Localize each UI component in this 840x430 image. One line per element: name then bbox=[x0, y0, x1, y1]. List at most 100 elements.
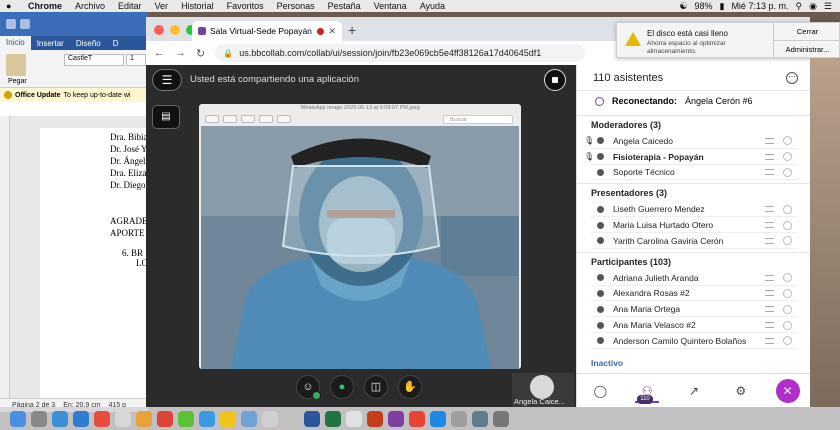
apple-icon[interactable]: ● bbox=[6, 1, 16, 11]
powerpoint-icon[interactable] bbox=[367, 410, 383, 427]
stickies-icon[interactable] bbox=[220, 410, 236, 427]
attendee-row[interactable]: 🎙 Angela Caicedo bbox=[577, 133, 810, 149]
attendee-row[interactable]: Alexandra Rosas #2 bbox=[577, 286, 810, 302]
tab-d[interactable]: D bbox=[107, 39, 125, 48]
attendee-options-icon[interactable] bbox=[765, 274, 774, 281]
forward-icon[interactable]: → bbox=[175, 47, 186, 59]
avatar-status-button[interactable]: ☺ bbox=[296, 375, 321, 400]
session-menu-button[interactable]: ☰ bbox=[152, 69, 182, 91]
tab-inicio[interactable]: Inicio bbox=[0, 36, 31, 50]
attendee-options-icon[interactable] bbox=[765, 206, 774, 213]
folder-icon[interactable] bbox=[451, 410, 467, 427]
battery-icon[interactable]: ▮ bbox=[719, 1, 724, 12]
calendar-icon[interactable] bbox=[94, 410, 110, 427]
attendee-options-icon[interactable] bbox=[765, 153, 774, 160]
share-content-button[interactable]: ▤ bbox=[152, 105, 180, 129]
attendee-options-icon[interactable] bbox=[765, 137, 774, 144]
attendee-more-icon[interactable] bbox=[783, 304, 792, 314]
attendee-more-icon[interactable] bbox=[783, 236, 792, 246]
photos-icon[interactable] bbox=[136, 410, 152, 427]
menu-archivo[interactable]: Archivo bbox=[75, 1, 105, 11]
notes-icon[interactable] bbox=[115, 410, 131, 427]
microphone-button[interactable]: ● bbox=[330, 375, 354, 399]
leave-session-button[interactable]: ✕ bbox=[775, 378, 800, 403]
launchpad-icon[interactable] bbox=[31, 410, 47, 427]
attendee-more-icon[interactable] bbox=[783, 152, 792, 162]
save-icon[interactable] bbox=[6, 19, 16, 29]
safari-icon[interactable] bbox=[52, 410, 68, 427]
close-notification-button[interactable]: Cerrar bbox=[773, 23, 840, 41]
attendee-options-icon[interactable] bbox=[765, 290, 774, 297]
attendee-more-icon[interactable] bbox=[783, 204, 792, 214]
attendee-options-icon[interactable] bbox=[765, 237, 774, 244]
lock-icon[interactable]: 🔒 bbox=[223, 49, 233, 58]
app-store-icon[interactable] bbox=[73, 410, 89, 427]
downloads-icon[interactable] bbox=[472, 410, 488, 427]
excel-icon[interactable] bbox=[325, 410, 341, 427]
collaborate-icon[interactable] bbox=[388, 410, 404, 427]
attendee-row[interactable]: Ana Maria Ortega bbox=[577, 301, 810, 317]
attendee-more-icon[interactable] bbox=[783, 136, 792, 146]
attendees-button[interactable]: ⚇ 110 bbox=[635, 379, 660, 404]
tab-diseno[interactable]: Diseño bbox=[70, 39, 107, 48]
trash-icon[interactable] bbox=[493, 410, 509, 427]
close-window-icon[interactable] bbox=[154, 25, 164, 35]
menu-ventana[interactable]: Ventana bbox=[374, 1, 407, 11]
siri-icon[interactable]: ◉ bbox=[809, 1, 817, 12]
browser-tab[interactable]: Sala Virtual-Sede Popayán ✕ bbox=[192, 21, 342, 41]
attendee-row[interactable]: Yarith Carolina Gaviria Cerón bbox=[577, 233, 810, 249]
attendee-options-icon[interactable] bbox=[765, 322, 774, 329]
stop-sharing-button[interactable] bbox=[544, 69, 566, 91]
finder-icon[interactable] bbox=[10, 410, 26, 427]
word-icon[interactable] bbox=[304, 410, 320, 427]
wifi-icon[interactable]: ☯ bbox=[679, 1, 687, 12]
menu-app-name[interactable]: Chrome bbox=[28, 1, 62, 11]
attendee-row[interactable]: 🎙 Fisioterapia - Popayán bbox=[577, 149, 810, 165]
attendee-row[interactable]: Ana Maria Velasco #2 bbox=[577, 317, 810, 333]
reload-icon[interactable]: ↻ bbox=[196, 47, 205, 60]
facetime-icon[interactable] bbox=[199, 410, 215, 427]
more-options-icon[interactable]: ⋯ bbox=[786, 71, 798, 84]
font-size-select[interactable]: 1 bbox=[126, 54, 146, 66]
back-icon[interactable]: ← bbox=[154, 47, 165, 59]
self-video-tile[interactable]: Angela Caice... bbox=[512, 373, 574, 407]
menu-ayuda[interactable]: Ayuda bbox=[420, 1, 445, 11]
attendee-options-icon[interactable] bbox=[765, 306, 774, 313]
section-header[interactable]: Participantes (103) bbox=[577, 251, 810, 270]
menu-historial[interactable]: Historial bbox=[181, 1, 214, 11]
zoom-icon[interactable] bbox=[430, 410, 446, 427]
attendee-row[interactable]: Anderson Camilo Quintero Bolaños bbox=[577, 333, 810, 349]
paste-icon[interactable] bbox=[6, 54, 26, 76]
attendee-row[interactable]: Liseth Guerrero Mendez bbox=[577, 201, 810, 217]
new-tab-icon[interactable]: + bbox=[348, 22, 356, 38]
raise-hand-button[interactable]: ✋ bbox=[398, 375, 422, 399]
menu-pestana[interactable]: Pestaña bbox=[328, 1, 361, 11]
search-icon[interactable]: ⚲ bbox=[795, 1, 802, 12]
menu-list-icon[interactable]: ☰ bbox=[824, 1, 832, 12]
attendee-options-icon[interactable] bbox=[765, 169, 774, 176]
attendee-row[interactable]: Adriana Julieth Aranda bbox=[577, 270, 810, 286]
menu-ver[interactable]: Ver bbox=[155, 1, 169, 11]
pdf-icon[interactable] bbox=[409, 410, 425, 427]
close-tab-icon[interactable]: ✕ bbox=[328, 26, 336, 37]
attendee-options-icon[interactable] bbox=[765, 222, 774, 229]
address-bar[interactable]: 🔒 us.bbcollab.com/collab/ui/session/join… bbox=[215, 44, 586, 62]
chat-button[interactable]: ◯ bbox=[588, 379, 612, 403]
attendee-more-icon[interactable] bbox=[783, 273, 792, 283]
battery-percent[interactable]: 98% bbox=[694, 1, 712, 11]
attendee-more-icon[interactable] bbox=[783, 320, 792, 330]
documents-icon[interactable] bbox=[346, 410, 362, 427]
preview-icon[interactable] bbox=[241, 410, 257, 427]
menu-personas[interactable]: Personas bbox=[277, 1, 315, 11]
utility-icon[interactable] bbox=[283, 410, 299, 427]
attendee-more-icon[interactable] bbox=[783, 288, 792, 298]
menu-favoritos[interactable]: Favoritos bbox=[227, 1, 264, 11]
messages-icon[interactable] bbox=[178, 410, 194, 427]
attendee-more-icon[interactable] bbox=[783, 220, 792, 230]
attendee-row[interactable]: Maria Luisa Hurtado Otero bbox=[577, 217, 810, 233]
attendee-options-icon[interactable] bbox=[765, 337, 774, 344]
undo-icon[interactable] bbox=[20, 19, 30, 29]
attendee-more-icon[interactable] bbox=[783, 336, 792, 346]
tab-insertar[interactable]: Insertar bbox=[31, 39, 70, 48]
camera-off-button[interactable]: ◫ bbox=[364, 375, 388, 399]
